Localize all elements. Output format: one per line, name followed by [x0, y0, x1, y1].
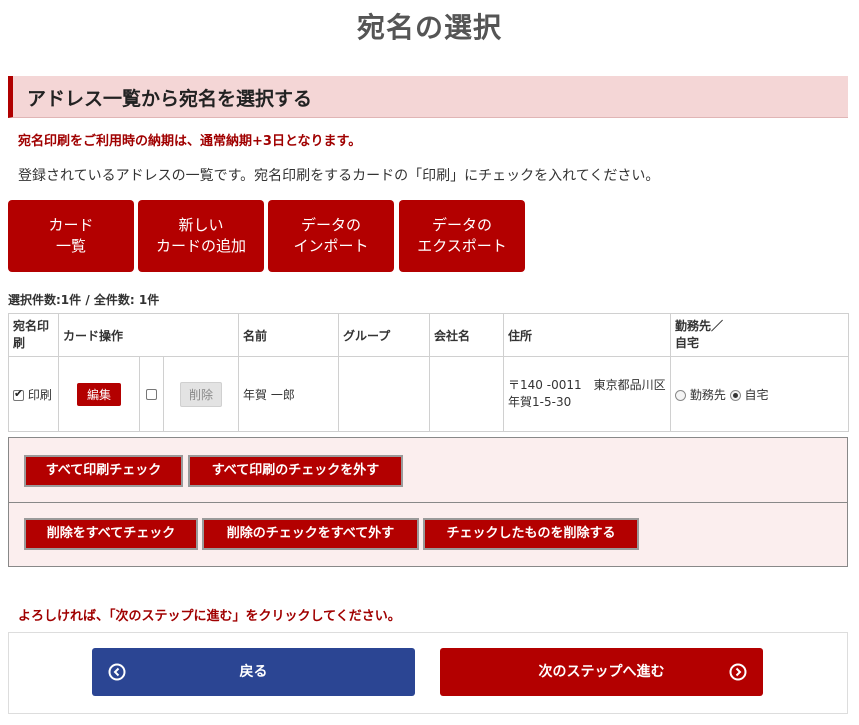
import-data-button[interactable]: データの インポート	[268, 200, 394, 272]
print-label: 印刷	[27, 387, 52, 402]
delete-button[interactable]: 削除	[180, 381, 223, 407]
selection-counts: 選択件数:1件 / 全件数: 1件	[8, 293, 160, 307]
confirm-message: よろしければ、「次のステップに進む」をクリックしてください。	[18, 609, 401, 624]
bulk-actions-panel: すべて印刷チェック すべて印刷のチェックを外す 削除をすべてチェック 削除のチェ…	[8, 437, 848, 567]
export-data-button[interactable]: データの エクスポート	[399, 200, 525, 272]
print-checkbox[interactable]	[13, 387, 24, 401]
circle-chevron-right-icon	[729, 663, 747, 681]
header-print: 宛名印 刷	[8, 313, 59, 357]
add-card-button-line2: カードの追加	[155, 237, 246, 255]
table-header-row: 宛名印 刷 カード操作 名前 グループ 会社名 住所 勤務先／ 自宅	[8, 313, 850, 357]
header-group: グループ	[338, 313, 431, 357]
work-radio[interactable]	[675, 389, 687, 401]
table-row: 印刷 編集 削除 年賀 一郎 〒140 -0011 東京都品川区年賀1-5-30…	[8, 356, 850, 432]
delete-check-all-button[interactable]: 削除をすべてチェック	[24, 518, 198, 550]
section-title: アドレス一覧から宛名を選択する	[27, 88, 313, 110]
home-radio-label: 自宅	[744, 387, 769, 402]
card-list-button-line2: 一覧	[55, 237, 86, 255]
page-title: 宛名の選択	[356, 11, 502, 44]
work-radio-label: 勤務先	[689, 387, 726, 402]
header-print-line2: 刷	[13, 336, 26, 350]
address-table: 宛名印 刷 カード操作 名前 グループ 会社名 住所 勤務先／ 自宅 印刷	[8, 313, 850, 432]
delivery-notice: 宛名印刷をご利用時の納期は、通常納期+3日となります。	[18, 134, 362, 149]
delete-checkbox[interactable]	[146, 389, 157, 400]
add-card-button-line1: 新しい	[178, 216, 224, 234]
header-card-ops: カード操作	[57, 313, 240, 357]
import-data-button-line1: データの	[300, 216, 361, 234]
back-button[interactable]: 戻る	[92, 648, 415, 696]
description-text: 登録されているアドレスの一覧です。宛名印刷をするカードの「印刷」にチェックを入れ…	[18, 168, 660, 184]
section-header: アドレス一覧から宛名を選択する	[8, 76, 848, 118]
header-address: 住所	[503, 313, 672, 357]
group-cell	[338, 356, 431, 432]
home-radio[interactable]	[729, 389, 741, 401]
destination-cell: 勤務先 自宅	[670, 356, 850, 432]
add-card-button[interactable]: 新しい カードの追加	[138, 200, 264, 272]
header-name: 名前	[238, 313, 340, 357]
delete-checked-button[interactable]: チェックしたものを削除する	[423, 518, 639, 550]
edit-button[interactable]: 編集	[76, 382, 121, 406]
back-button-label: 戻る	[239, 664, 268, 680]
card-list-button-line1: カード	[48, 216, 94, 234]
delete-uncheck-all-button[interactable]: 削除のチェックをすべて外す	[202, 518, 419, 550]
bulk-divider	[9, 502, 847, 503]
header-destination: 勤務先／ 自宅	[670, 313, 850, 357]
name-cell: 年賀 一郎	[238, 356, 340, 432]
print-uncheck-all-button[interactable]: すべて印刷のチェックを外す	[188, 455, 403, 487]
import-data-button-line2: インポート	[293, 237, 369, 255]
card-list-button[interactable]: カード 一覧	[8, 200, 134, 272]
header-print-line1: 宛名印	[13, 319, 50, 333]
print-cell: 印刷	[8, 356, 59, 432]
export-data-button-line1: データの	[431, 216, 492, 234]
export-data-button-line2: エクスポート	[417, 237, 507, 255]
header-destination-line2: 自宅	[675, 336, 700, 350]
edit-cell: 編集	[58, 356, 140, 432]
header-destination-line1: 勤務先／	[675, 319, 724, 333]
company-cell	[429, 356, 505, 432]
print-check-all-button[interactable]: すべて印刷チェック	[24, 455, 183, 487]
delete-cell: 削除	[162, 356, 240, 432]
address-cell: 〒140 -0011 東京都品川区年賀1-5-30	[503, 356, 672, 432]
next-step-button-label: 次のステップへ進む	[538, 664, 665, 680]
delete-check-cell	[139, 356, 164, 432]
page: 宛名の選択 アドレス一覧から宛名を選択する 宛名印刷をご利用時の納期は、通常納期…	[0, 0, 859, 725]
header-company: 会社名	[429, 313, 505, 357]
next-step-button[interactable]: 次のステップへ進む	[440, 648, 763, 696]
